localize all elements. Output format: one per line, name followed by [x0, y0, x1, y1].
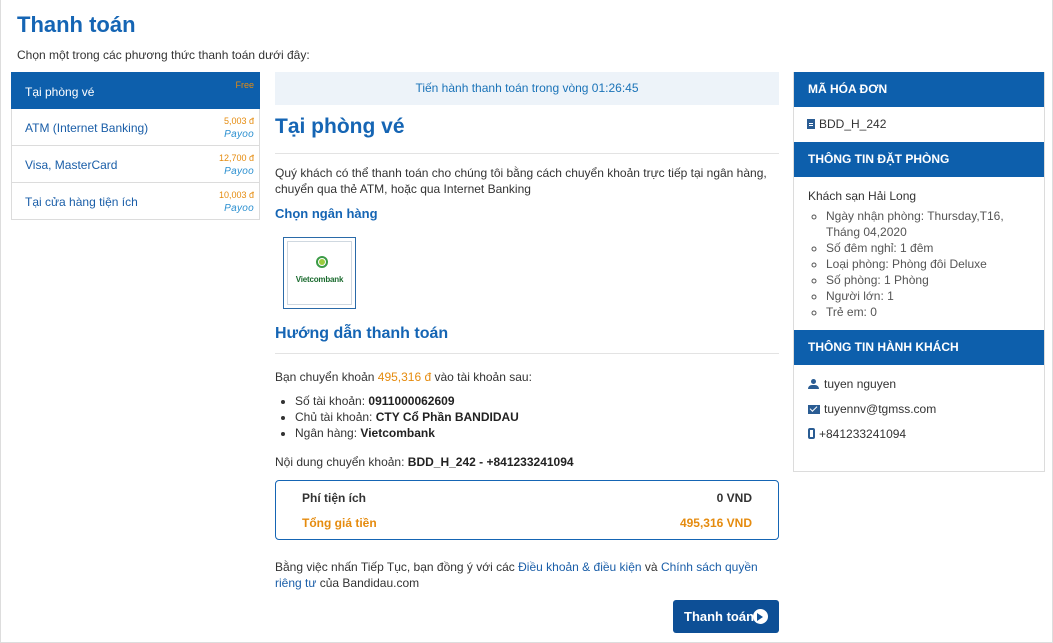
transfer-content: Nội dung chuyển khoản: BDD_H_242 - +8412… — [275, 455, 779, 469]
transfer-instruction: Bạn chuyển khoản 495,316 đ vào tài khoản… — [275, 370, 779, 384]
terms-link[interactable]: Điều khoản & điều kiện — [518, 560, 641, 574]
transfer-suffix: vào tài khoản sau: — [434, 370, 532, 384]
page-title: Thanh toán — [17, 12, 136, 37]
guest-name: tuyen nguyen — [824, 377, 897, 391]
vietcombank-logo-text: Vietcombank — [295, 275, 344, 284]
user-icon — [808, 379, 820, 389]
invoice-code: BDD_H_242 — [819, 117, 887, 131]
total-price-row: Tổng giá tiền 495,316 VND — [302, 516, 752, 530]
method-label: Tại cửa hàng tiện ích — [25, 195, 138, 209]
vietcombank-logo: Vietcombank — [287, 241, 352, 305]
method-fee: 12,700 đ — [218, 153, 254, 163]
room-type: Loại phòng: Phòng đôi Deluxe — [826, 256, 1034, 272]
check-in-date: Ngày nhận phòng: Thursday,T16, Tháng 04,… — [826, 208, 1034, 240]
terms-suffix: của Bandidau.com — [319, 576, 420, 590]
payoo-logo: Payoo — [224, 203, 254, 214]
document-icon — [807, 119, 815, 129]
account-number: 0911000062609 — [368, 394, 455, 408]
service-fee-value: 0 VND — [716, 491, 752, 505]
invoice-header: MÃ HÓA ĐƠN — [794, 72, 1044, 107]
terms-prefix: Bằng việc nhấn Tiếp Tục, bạn đồng ý với … — [275, 560, 515, 574]
page-subtitle: Chọn một trong các phương thức thanh toá… — [17, 48, 310, 62]
bank-option-vietcombank[interactable]: Vietcombank — [283, 237, 356, 309]
method-fee: 10,003 đ — [218, 190, 254, 200]
method-label: ATM (Internet Banking) — [25, 121, 149, 135]
guest-info-header: THÔNG TIN HÀNH KHÁCH — [794, 330, 1044, 365]
account-holder-item: Chủ tài khoản: CTY Cổ Phần BANDIDAU — [295, 409, 779, 425]
method-label: Tại phòng vé — [25, 85, 95, 99]
account-number-label: Số tài khoản: — [295, 394, 366, 408]
terms-agreement: Bằng việc nhấn Tiếp Tục, bạn đồng ý với … — [275, 559, 779, 591]
countdown-timer: Tiến hành thanh toán trong vòng 01:26:45 — [275, 72, 779, 105]
method-fee: 5,003 đ — [223, 116, 254, 126]
total-price-value: 495,316 VND — [679, 516, 752, 530]
payment-guide-heading: Hướng dẫn thanh toán — [275, 325, 779, 354]
payoo-logo: Payoo — [224, 166, 254, 177]
account-number-item: Số tài khoản: 0911000062609 — [295, 393, 779, 409]
envelope-icon — [808, 405, 820, 414]
room-count: Số phòng: 1 Phòng — [826, 272, 1034, 288]
vietcombank-icon — [316, 256, 328, 268]
bank-name-item: Ngân hàng: Vietcombank — [295, 425, 779, 441]
method-visa-mastercard[interactable]: Visa, MasterCard 12,700 đ Payoo — [11, 146, 260, 183]
phone-icon — [808, 428, 815, 439]
hotel-name: Khách sạn Hải Long — [808, 189, 917, 203]
child-count: Trẻ em: 0 — [826, 304, 1034, 320]
payment-detail-panel: Tiến hành thanh toán trong vòng 01:26:45… — [275, 72, 779, 591]
booking-details-list: Ngày nhận phòng: Thursday,T16, Tháng 04,… — [794, 203, 1044, 330]
method-ticket-office[interactable]: Tại phòng vé Free — [11, 72, 260, 109]
method-heading: Tại phòng vé — [275, 115, 779, 154]
adult-count: Người lớn: 1 — [826, 288, 1034, 304]
account-info-list: Số tài khoản: 0911000062609 Chủ tài khoả… — [275, 393, 779, 441]
service-fee-row: Phí tiện ích 0 VND — [302, 491, 752, 505]
method-convenience-store[interactable]: Tại cửa hàng tiện ích 10,003 đ Payoo — [11, 183, 260, 220]
service-fee-label: Phí tiện ích — [302, 491, 367, 505]
bank-name-label: Ngân hàng: — [295, 426, 358, 440]
nights-count: Số đêm nghỉ: 1 đêm — [826, 240, 1034, 256]
bank-name: Vietcombank — [360, 426, 435, 440]
invoice-code-row: BDD_H_242 — [794, 107, 1044, 142]
guest-phone-row: +841233241094 — [794, 422, 1044, 447]
guest-phone: +841233241094 — [819, 427, 907, 441]
method-description: Quý khách có thể thanh toán cho chúng tô… — [275, 166, 767, 196]
account-holder: CTY Cổ Phần BANDIDAU — [375, 410, 519, 424]
transfer-content-label: Nội dung chuyển khoản: — [275, 455, 405, 469]
pay-button-label: Thanh toán — [684, 609, 755, 624]
transfer-content-value: BDD_H_242 - +841233241094 — [407, 455, 574, 469]
total-price-label: Tổng giá tiền — [302, 516, 377, 530]
order-sidebar: MÃ HÓA ĐƠN BDD_H_242 THÔNG TIN ĐẶT PHÒNG… — [793, 72, 1045, 472]
arrow-circle-right-icon — [753, 609, 768, 624]
payoo-logo: Payoo — [224, 129, 254, 140]
method-label: Visa, MasterCard — [25, 158, 118, 172]
guest-name-row: tuyen nguyen — [794, 372, 1044, 397]
payment-method-list: Tại phòng vé Free ATM (Internet Banking)… — [11, 72, 260, 220]
transfer-prefix: Bạn chuyển khoản — [275, 370, 375, 384]
method-fee: Free — [235, 80, 254, 90]
price-summary-box: Phí tiện ích 0 VND Tổng giá tiền 495,316… — [275, 480, 779, 540]
choose-bank-label: Chọn ngân hàng — [275, 206, 378, 221]
terms-and: và — [644, 560, 658, 574]
guest-email: tuyennv@tgmss.com — [824, 402, 937, 416]
guest-email-row: tuyennv@tgmss.com — [794, 397, 1044, 422]
pay-button[interactable]: Thanh toán — [673, 600, 779, 633]
transfer-amount: 495,316 đ — [377, 370, 432, 384]
booking-info-header: THÔNG TIN ĐẶT PHÒNG — [794, 142, 1044, 177]
account-holder-label: Chủ tài khoản: — [295, 410, 373, 424]
method-atm[interactable]: ATM (Internet Banking) 5,003 đ Payoo — [11, 109, 260, 146]
